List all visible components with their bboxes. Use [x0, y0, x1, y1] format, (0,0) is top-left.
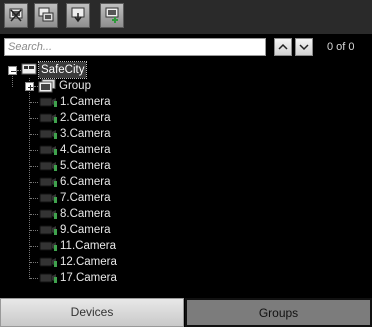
tree-camera-label: 12.Camera — [60, 256, 117, 268]
collapse-toggle[interactable] — [8, 66, 17, 75]
tree-camera-node[interactable]: 3.Camera — [0, 126, 200, 142]
tree-camera-label: 6.Camera — [60, 176, 111, 188]
tree-line — [30, 134, 38, 135]
tree-root-node[interactable]: SafeCity — [0, 61, 200, 79]
add-group-icon — [105, 7, 119, 23]
plus-icon — [28, 85, 33, 90]
tree-root-label: SafeCity — [37, 61, 88, 79]
tree-camera-node[interactable]: 6.Camera — [0, 174, 200, 190]
tree-camera-node[interactable]: 17.Camera — [0, 270, 200, 286]
tree-camera-label: 9.Camera — [60, 224, 111, 236]
tree-line — [30, 118, 38, 119]
tree-group-node[interactable]: Group — [0, 78, 200, 94]
tree-camera-label: 7.Camera — [60, 192, 111, 204]
chevron-down-icon — [299, 44, 309, 51]
tree-line — [30, 150, 38, 151]
camera-icon — [39, 113, 57, 123]
tree-line — [30, 230, 38, 231]
tree-camera-node[interactable]: 4.Camera — [0, 142, 200, 158]
toolbar — [0, 0, 372, 34]
tree-line — [30, 198, 38, 199]
search-input[interactable] — [4, 38, 266, 56]
chevron-up-icon — [278, 43, 288, 50]
camera-icon — [39, 209, 57, 219]
search-bar: 0 of 0 — [0, 34, 372, 61]
camera-icon — [39, 257, 57, 267]
camera-icon — [39, 225, 57, 235]
tree-line — [30, 246, 38, 247]
tree-line — [30, 214, 38, 215]
search-result-counter: 0 of 0 — [327, 41, 355, 53]
tree-camera-label: 17.Camera — [60, 272, 117, 284]
camera-icon — [39, 145, 57, 155]
expand-toggle[interactable] — [25, 82, 34, 91]
tree-camera-label: 3.Camera — [60, 128, 111, 140]
move-down-button[interactable] — [66, 3, 90, 28]
copy-windows-icon — [38, 7, 54, 22]
tree-camera-node[interactable]: 7.Camera — [0, 190, 200, 206]
tree-line — [30, 182, 38, 183]
tree-camera-label: 1.Camera — [60, 96, 111, 108]
tree-camera-node[interactable]: 12.Camera — [0, 254, 200, 270]
tree-line — [30, 278, 38, 279]
camera-icon — [39, 273, 57, 283]
copy-windows-button[interactable] — [34, 3, 58, 28]
tree-camera-label: 11.Camera — [60, 240, 117, 252]
camera-icon — [39, 177, 57, 187]
search-previous-button[interactable] — [274, 38, 292, 56]
camera-icon — [39, 193, 57, 203]
tree-camera-node[interactable]: 5.Camera — [0, 158, 200, 174]
tree-camera-node[interactable]: 2.Camera — [0, 110, 200, 126]
tree-camera-node[interactable]: 8.Camera — [0, 206, 200, 222]
tree-camera-node[interactable]: 9.Camera — [0, 222, 200, 238]
tree-camera-label: 2.Camera — [60, 112, 111, 124]
tree-camera-label: 5.Camera — [60, 160, 111, 172]
tree-line — [30, 166, 38, 167]
tab-devices[interactable]: Devices — [0, 298, 184, 327]
tree-line — [30, 262, 38, 263]
camera-icon — [39, 161, 57, 171]
tree-camera-node[interactable]: 11.Camera — [0, 238, 200, 254]
group-icon — [38, 79, 56, 93]
minus-icon — [11, 71, 16, 72]
server-icon — [21, 63, 37, 75]
tab-groups[interactable]: Groups — [185, 298, 372, 327]
tree-line — [30, 102, 38, 103]
tree-camera-label: 4.Camera — [60, 144, 111, 156]
camera-icon — [39, 129, 57, 139]
move-down-icon — [71, 7, 85, 23]
tree-group-label: Group — [59, 80, 91, 92]
panel-tabs: Devices Groups — [0, 298, 372, 327]
camera-icon — [39, 97, 57, 107]
camera-icon — [39, 241, 57, 251]
add-group-button[interactable] — [100, 3, 124, 28]
search-next-button[interactable] — [295, 38, 313, 56]
remove-device-button[interactable] — [4, 3, 28, 28]
device-tree: SafeCity Group 1.Camera 2.Camera 3.Camer… — [0, 61, 372, 298]
tree-camera-label: 8.Camera — [60, 208, 111, 220]
tree-camera-node[interactable]: 1.Camera — [0, 94, 200, 110]
remove-device-icon — [9, 8, 23, 22]
